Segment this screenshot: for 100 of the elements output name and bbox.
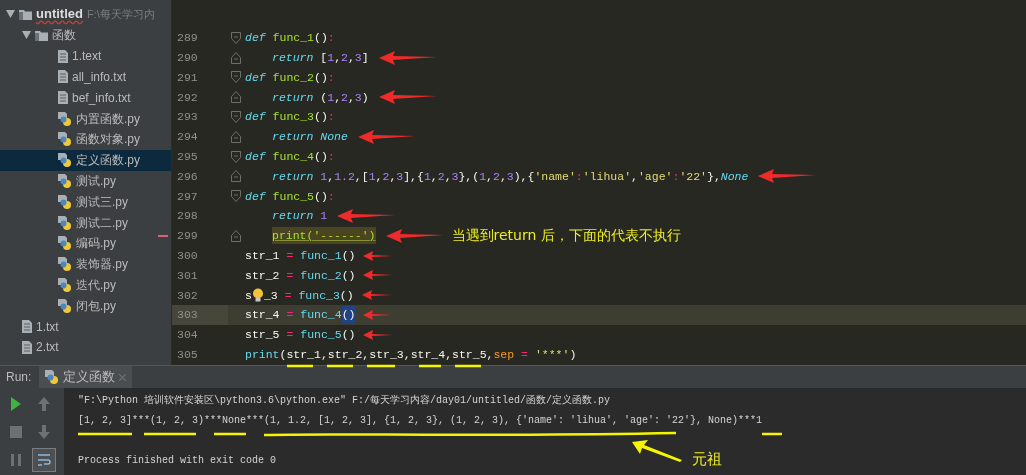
code-token: : xyxy=(327,30,335,47)
code-token: () xyxy=(314,69,328,86)
code-token: , xyxy=(347,50,355,67)
tree-item[interactable]: 定义函数.py xyxy=(0,149,171,171)
code-token: None xyxy=(720,168,749,185)
tree-item-label: 内置函数.py xyxy=(76,110,140,128)
code-token: : xyxy=(327,149,335,166)
tree-item[interactable]: 迭代.py xyxy=(0,274,171,296)
tree-item[interactable]: 内置函数.py xyxy=(0,108,171,129)
line-number: 298 xyxy=(176,208,199,225)
line-number: 301 xyxy=(176,267,199,284)
tree-item-label: 1.text xyxy=(72,48,102,66)
console-line: "F:\Python 培训软件安装区\python3.6\python.exe" F:/每天学习内容/day01/untitled/函数/定义函数.py xyxy=(78,394,611,408)
code-token: , xyxy=(444,168,452,185)
python-file-icon xyxy=(58,153,72,168)
code-token: () xyxy=(314,188,328,205)
code-token: 2 xyxy=(437,168,445,185)
code-token: 2 xyxy=(382,168,390,185)
code-token: : xyxy=(672,168,680,185)
code-token: () xyxy=(314,149,328,166)
text-file-icon xyxy=(58,49,68,63)
toolbar-button[interactable] xyxy=(32,448,56,472)
tree-item[interactable]: untitled F:\每天学习内 xyxy=(0,3,171,25)
code-token: 1 xyxy=(327,50,335,67)
code-token: (str_1,str_2,str_3,str_4,str_5, xyxy=(279,347,494,363)
tree-item-label: 测试二.py xyxy=(76,214,128,232)
fold-marker-icon[interactable] xyxy=(231,111,241,124)
expand-caret-icon[interactable] xyxy=(22,31,31,40)
code-token: , xyxy=(486,168,493,185)
code-token: 3 xyxy=(354,89,362,106)
tree-item-label: 测试三.py xyxy=(76,193,128,211)
fold-marker-icon[interactable] xyxy=(231,150,241,163)
text-file-icon xyxy=(58,91,68,105)
tree-item[interactable]: 函数 xyxy=(0,25,171,46)
close-icon[interactable] xyxy=(119,373,127,381)
expand-caret-icon[interactable] xyxy=(6,10,15,18)
tree-item[interactable]: 闭包.py xyxy=(0,295,171,317)
tree-item[interactable]: bef_info.txt xyxy=(0,87,171,109)
fold-marker-icon[interactable] xyxy=(231,190,241,203)
fold-marker-icon[interactable] xyxy=(231,31,241,44)
tree-item[interactable]: 测试.py xyxy=(0,170,171,192)
tree-item-label: 测试.py xyxy=(76,172,116,190)
code-token: () xyxy=(341,248,356,265)
code-token: 3 xyxy=(506,168,514,185)
code-token: 1 xyxy=(327,89,335,106)
fold-marker-icon[interactable] xyxy=(231,130,241,143)
tree-item[interactable]: all_info.txt xyxy=(0,66,171,88)
fold-marker-icon[interactable] xyxy=(231,51,241,64)
code-token: s xyxy=(245,287,252,304)
code-token: def xyxy=(245,109,267,126)
code-token: func_5 xyxy=(300,327,342,344)
fold-marker-icon[interactable] xyxy=(231,71,241,84)
tree-item[interactable]: 1.text xyxy=(0,45,171,67)
tree-item[interactable]: 测试三.py xyxy=(0,191,171,213)
code-token: , xyxy=(347,89,355,106)
code-token: 1 xyxy=(423,168,431,185)
code-token: ],{ xyxy=(403,168,424,185)
line-number: 299 xyxy=(172,225,228,246)
code-token: , xyxy=(631,168,638,185)
code-token: func_4 xyxy=(300,307,342,324)
tree-item[interactable]: 2.txt xyxy=(0,336,171,358)
fold-marker-icon[interactable] xyxy=(231,170,241,183)
code-token: = xyxy=(286,307,295,324)
line-number: 290 xyxy=(176,50,199,67)
fold-marker-icon[interactable] xyxy=(231,91,241,104)
tree-item[interactable]: 函数对象.py xyxy=(0,129,171,150)
code-token: ) xyxy=(361,89,369,106)
python-file-icon xyxy=(58,277,72,292)
code-token: }, xyxy=(707,168,721,185)
code-token: () xyxy=(339,287,354,304)
code-token: def xyxy=(245,30,267,47)
python-file-icon xyxy=(45,370,60,384)
code-token: return xyxy=(272,50,315,67)
run-label: Run: xyxy=(6,369,32,386)
text-file-icon xyxy=(58,70,68,84)
code-token: print xyxy=(245,347,280,363)
code-token: , xyxy=(327,168,335,185)
tree-item-label: 闭包.py xyxy=(76,297,116,315)
run-tab[interactable]: 定义函数 xyxy=(39,366,133,388)
fold-marker-icon[interactable] xyxy=(231,229,241,242)
code-token: },( xyxy=(458,168,480,185)
lightbulb-icon[interactable] xyxy=(251,288,264,303)
line-number: 297 xyxy=(176,188,199,205)
annotation-arrow-icon xyxy=(632,440,682,462)
tree-item[interactable]: 编码.py xyxy=(0,232,171,254)
tree-item[interactable]: 1.txt xyxy=(0,316,171,337)
annotation-note: 元祖 xyxy=(692,449,722,470)
code-token: 1 xyxy=(479,168,487,185)
python-file-icon xyxy=(58,215,72,230)
tree-item[interactable]: 测试二.py xyxy=(0,212,171,233)
code-token: def xyxy=(245,188,267,205)
code-token: str_5 xyxy=(245,327,281,344)
code-token: def xyxy=(245,149,267,166)
tree-item-label: 函数对象.py xyxy=(76,131,140,149)
console-line: [1, 2, 3]***(1, 2, 3)***None***(1, 1.2, [1, 2, 3], {1, 2, 3}, (1, 2, 3), {'name': 'lihua', 'age': '22'}, None)***1 xyxy=(78,414,763,428)
python-file-icon xyxy=(58,236,72,251)
code-token: return xyxy=(272,208,315,225)
tree-item[interactable]: 装饰器.py xyxy=(0,253,171,275)
line-number: 302 xyxy=(176,287,199,304)
line-number: 289 xyxy=(176,30,199,47)
